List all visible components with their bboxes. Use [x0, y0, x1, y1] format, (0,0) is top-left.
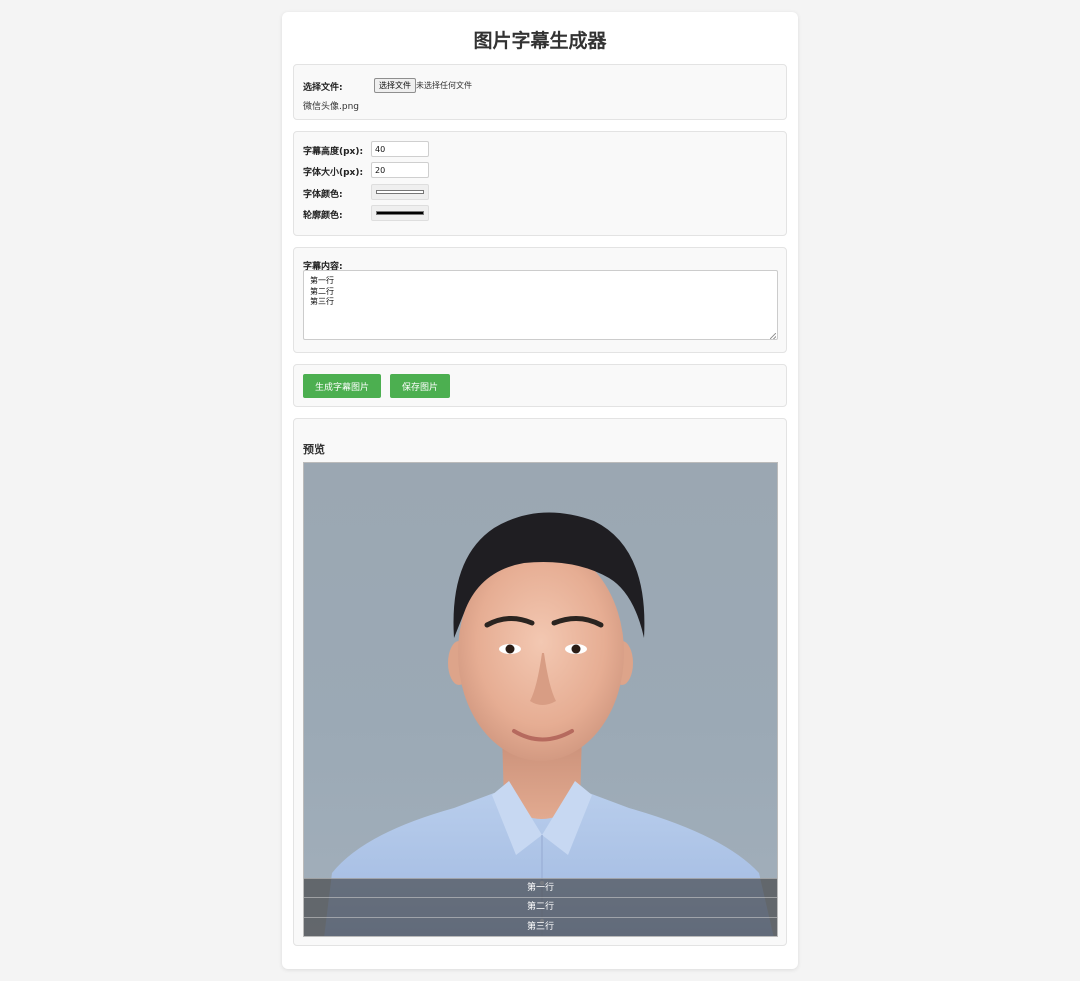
preview-caption-bar: 第三行: [304, 916, 777, 936]
portrait-photo-image: [324, 512, 774, 936]
caption-content-textarea[interactable]: 第一行 第二行 第三行: [303, 270, 778, 340]
file-label: 选择文件:: [303, 83, 343, 93]
save-image-button[interactable]: 保存图片: [390, 374, 450, 398]
preview-caption-bar: 第一行: [304, 877, 777, 897]
settings-section: 字幕高度(px): 字体大小(px): 字体颜色: 轮廓颜色:: [293, 131, 787, 236]
font-size-input[interactable]: [371, 162, 429, 178]
outline-color-swatch: [376, 211, 424, 215]
page-title: 图片字幕生成器: [473, 30, 607, 52]
selected-file-name: 微信头像.png: [303, 102, 359, 112]
choose-file-button[interactable]: 选择文件: [374, 78, 416, 93]
font-color-label: 字体颜色:: [303, 190, 343, 200]
generate-caption-image-button[interactable]: 生成字幕图片: [303, 374, 381, 398]
preview-section: 预览 第一行 第二行 第三行: [293, 418, 787, 946]
preview-canvas: 第一行 第二行 第三行: [303, 462, 778, 937]
content-section: 字幕内容: 第一行 第二行 第三行: [293, 247, 787, 353]
preview-caption-bar: 第二行: [304, 897, 777, 917]
caption-height-label: 字幕高度(px):: [303, 147, 364, 157]
preview-label: 预览: [303, 443, 325, 456]
app-container: 图片字幕生成器 选择文件: 选择文件 未选择任何文件 微信头像.png 字幕高度…: [282, 12, 798, 969]
actions-section: 生成字幕图片 保存图片: [293, 364, 787, 407]
file-section: 选择文件: 选择文件 未选择任何文件 微信头像.png: [293, 64, 787, 120]
caption-content-line: 第二行: [310, 286, 334, 296]
caption-content-line: 第三行: [310, 297, 334, 306]
textarea-resize-handle[interactable]: [770, 333, 776, 339]
font-color-picker[interactable]: [371, 184, 429, 200]
font-size-label: 字体大小(px):: [303, 168, 364, 178]
outline-color-label: 轮廓颜色:: [303, 211, 343, 221]
outline-color-picker[interactable]: [371, 205, 429, 221]
file-status-text: 未选择任何文件: [416, 81, 472, 90]
caption-height-input[interactable]: [371, 141, 429, 157]
font-color-swatch: [376, 190, 424, 194]
caption-content-line: 第一行: [310, 276, 334, 285]
